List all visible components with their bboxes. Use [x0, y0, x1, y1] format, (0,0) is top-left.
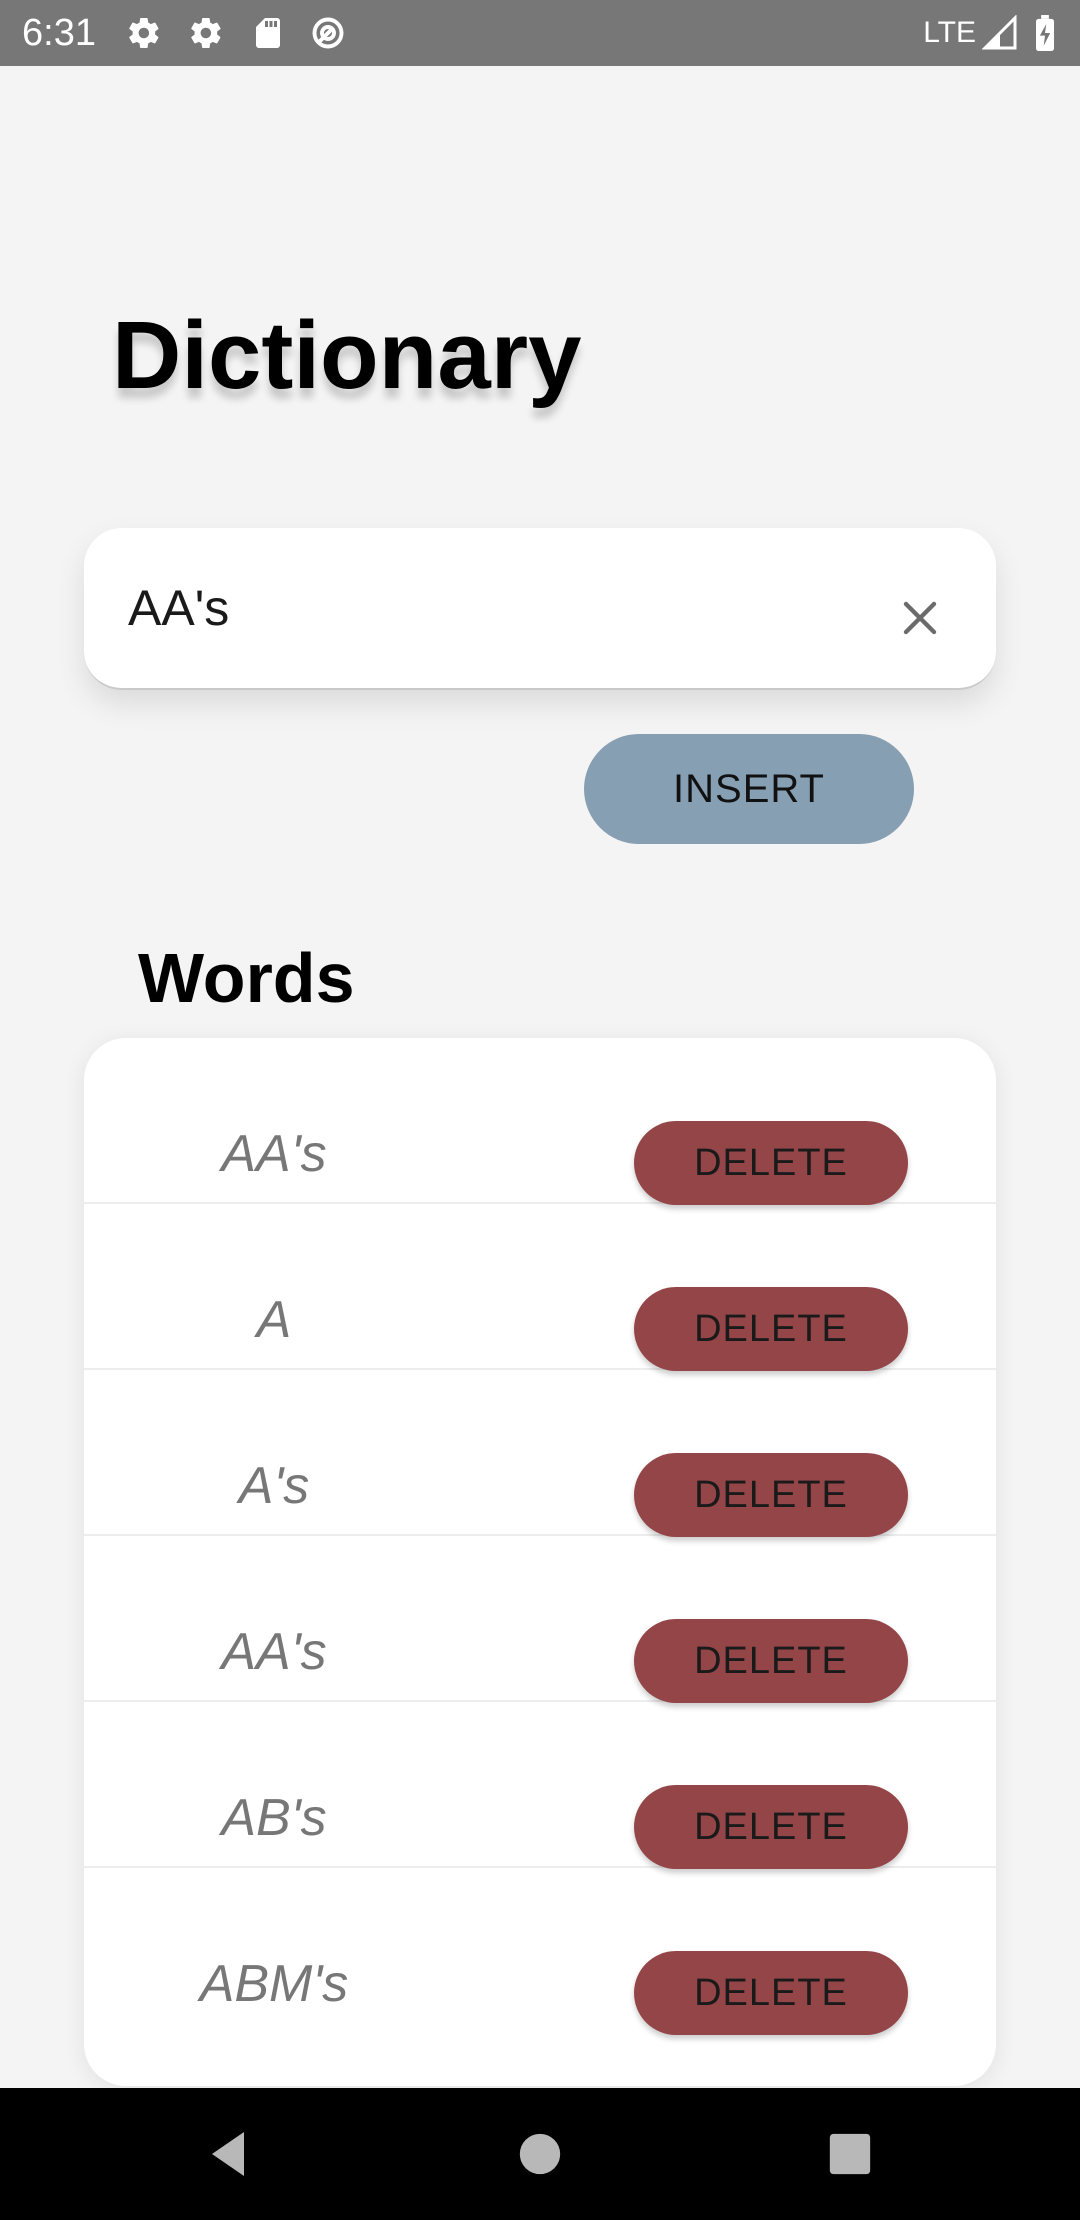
settings-icon [191, 17, 221, 48]
back-button[interactable] [196, 2122, 260, 2186]
back-icon [212, 2132, 244, 2176]
network-type: LTE [923, 16, 976, 49]
delete-button[interactable]: DELETE [634, 1287, 908, 1371]
list-item: AB's DELETE [84, 1702, 996, 1869]
page-title: Dictionary [112, 302, 582, 409]
word-text: AA's [221, 1125, 327, 1183]
insert-button[interactable]: INSERT [584, 734, 914, 844]
list-item: ABM's DELETE [84, 1868, 996, 2035]
sync-icon [312, 17, 344, 49]
clear-input-button[interactable] [880, 578, 960, 658]
delete-button[interactable]: DELETE [634, 1951, 908, 2035]
word-input[interactable] [128, 572, 888, 644]
app-screen: 6:31 LTE Dictionary AA's INSERT Words AA… [0, 0, 1080, 2220]
word-text: A [256, 1291, 292, 1349]
recents-icon [829, 2133, 871, 2175]
delete-button[interactable]: DELETE [634, 1453, 908, 1537]
word-text: AA's [221, 1623, 327, 1681]
home-icon [519, 2133, 561, 2175]
home-button[interactable] [508, 2122, 572, 2186]
recents-button[interactable] [818, 2122, 882, 2186]
settings-icon [129, 17, 159, 48]
navigation-bar [0, 2088, 1080, 2220]
list-item: A's DELETE [84, 1370, 996, 1537]
list-item: A DELETE [84, 1204, 996, 1371]
signal-icon [982, 15, 1017, 50]
word-text: A's [238, 1457, 310, 1515]
list-item: AA's DELETE [84, 1038, 996, 1205]
delete-button[interactable]: DELETE [634, 1121, 908, 1205]
delete-button[interactable]: DELETE [634, 1619, 908, 1703]
delete-button[interactable]: DELETE [634, 1785, 908, 1869]
status-bar: 6:31 LTE [0, 0, 1080, 66]
status-time: 6:31 [22, 12, 96, 54]
sd-card-icon [256, 18, 280, 48]
search-card [84, 528, 996, 690]
close-icon [903, 601, 937, 635]
list-item: AA's DELETE [84, 1536, 996, 1703]
word-text: AB's [221, 1789, 327, 1847]
battery-charging-icon [1036, 15, 1054, 51]
words-heading: Words [138, 939, 355, 1017]
word-text: ABM's [199, 1955, 349, 2013]
words-list: AA's DELETE A DELETE A's DELETE AA's DEL… [84, 1038, 996, 2086]
